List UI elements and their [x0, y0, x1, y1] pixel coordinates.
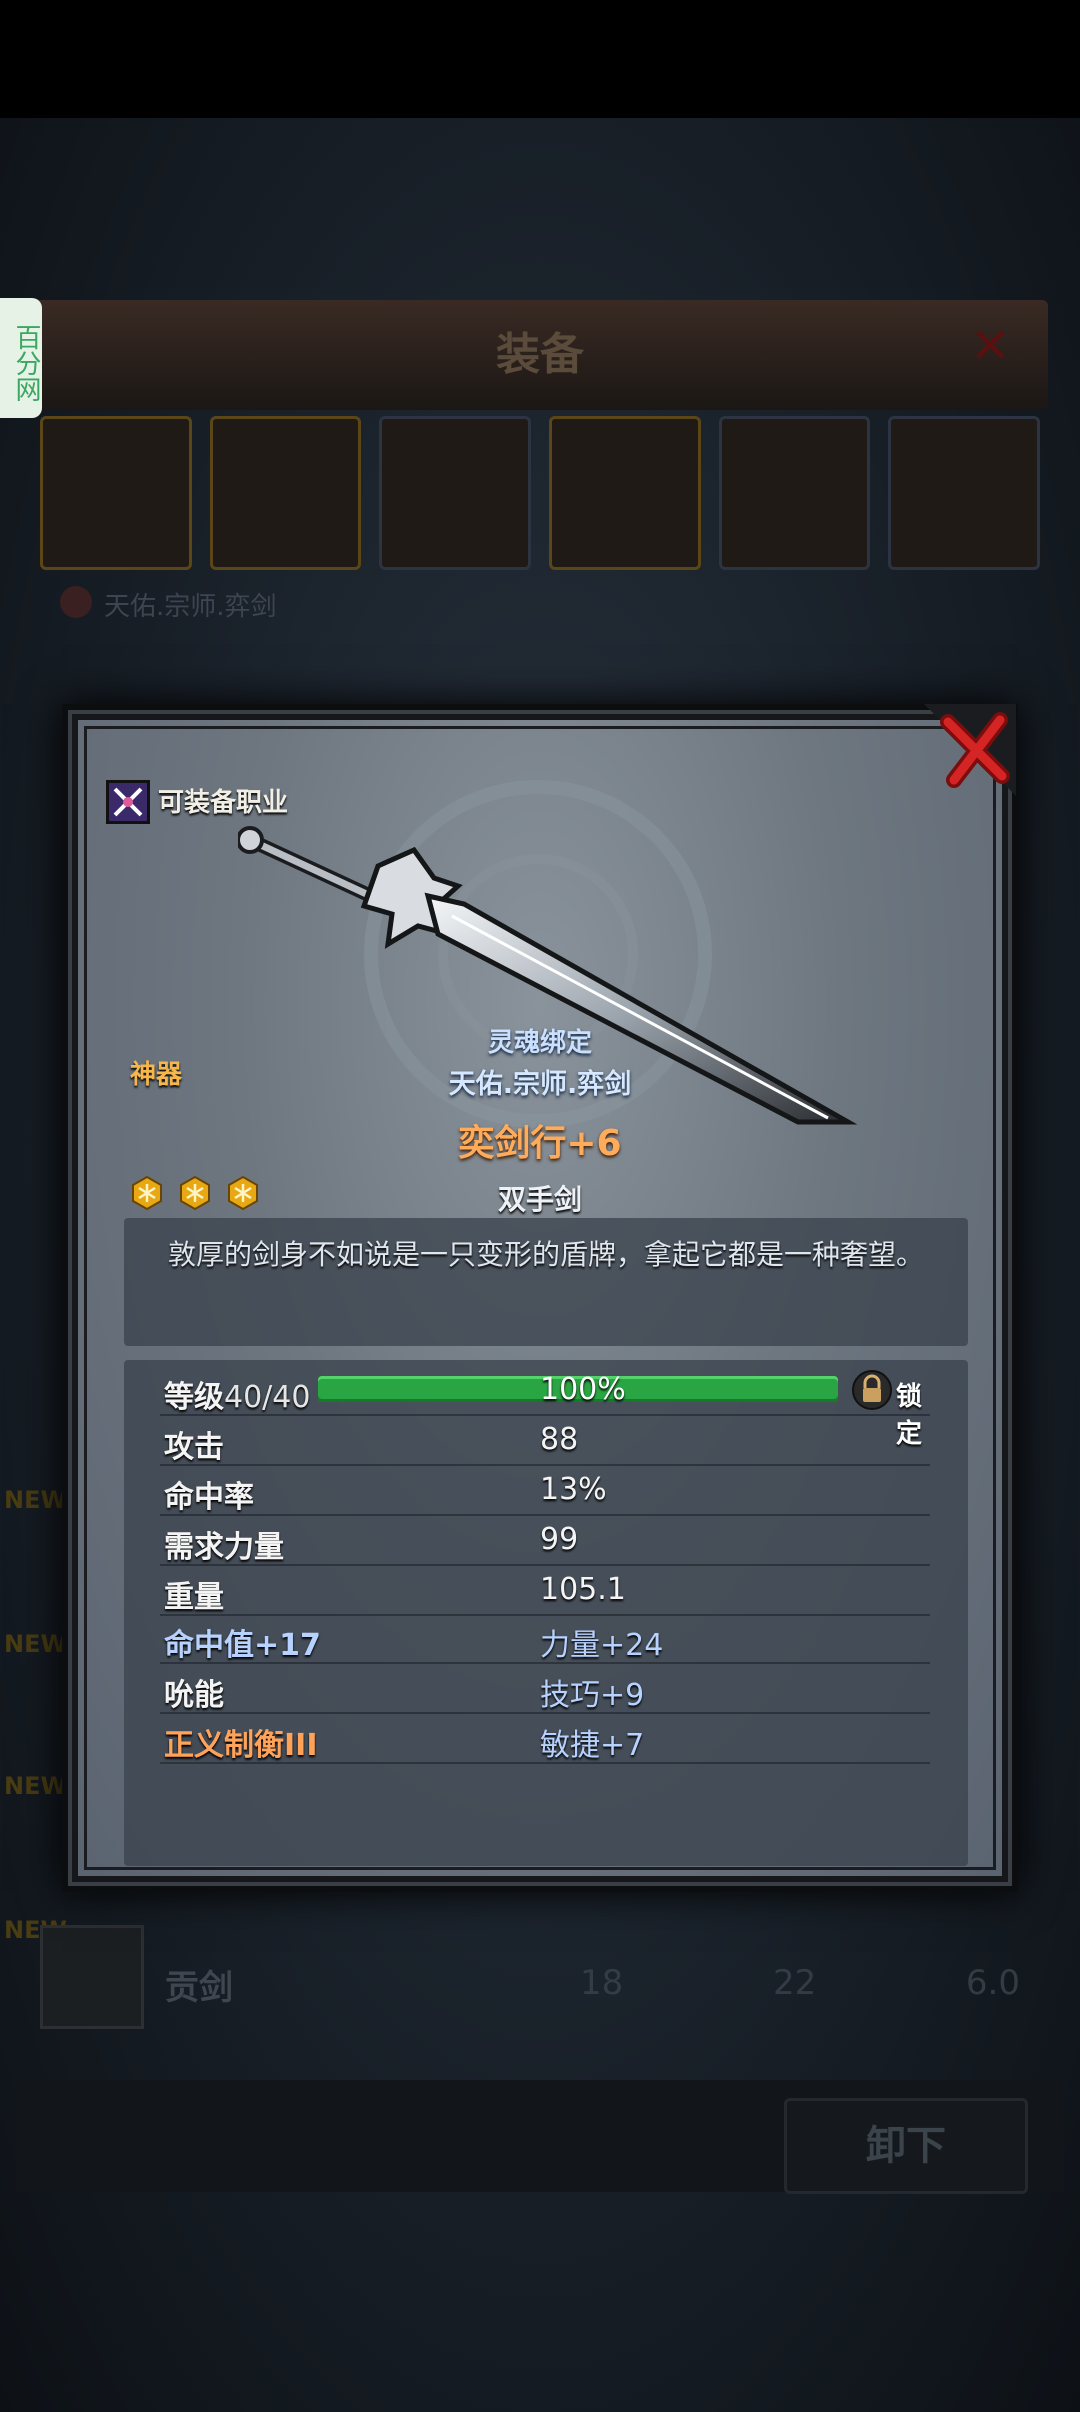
equipment-slot[interactable] [888, 416, 1041, 570]
bonus-row: 吮能 技巧+9 [160, 1664, 930, 1714]
stat-row: 重量 105.1 [160, 1566, 930, 1616]
item-description: 敦厚的剑身不如说是一只变形的盾牌，拿起它都是一种奢望。 [167, 1238, 924, 1271]
level-progress-text: 100% [540, 1372, 626, 1407]
item-list-value: 22 [772, 1963, 817, 2003]
equipment-slot[interactable] [549, 416, 701, 570]
description-panel: 敦厚的剑身不如说是一只变形的盾牌，拿起它都是一种奢望。 [124, 1218, 968, 1346]
watermark-tab: 百分网 [0, 298, 42, 418]
item-list-values: 18 22 6.0 [580, 1963, 1020, 2003]
close-icon[interactable] [924, 704, 1016, 796]
bonus-right: 力量+24 [540, 1628, 664, 1663]
stat-label: 重量 [164, 1580, 224, 1615]
character-avatar-icon [60, 586, 92, 618]
level-text: 等级 [164, 1380, 224, 1415]
equipment-slot[interactable] [718, 416, 871, 570]
stat-row: 命中率 13% [160, 1466, 930, 1516]
item-list-value: 6.0 [965, 1963, 1020, 2003]
equipment-slot[interactable] [209, 416, 362, 570]
item-list-value: 18 [580, 1963, 624, 2003]
level-label: 等级40/40 [164, 1372, 310, 1416]
equipment-slot[interactable] [40, 416, 192, 570]
stat-row: 攻击 88 [160, 1416, 930, 1466]
bonus-right: 技巧+9 [540, 1678, 645, 1713]
bonus-left: 正义制衡III [164, 1728, 318, 1763]
crossed-swords-icon [113, 787, 143, 817]
stats-panel: 等级40/40 100% 锁定 攻击 88 命中率 13% 需求力量 99 重量… [124, 1360, 968, 1866]
bonus-row: 正义制衡III 敏捷+7 [160, 1714, 930, 1764]
bonus-row: 命中值+17 力量+24 [160, 1614, 930, 1664]
level-row: 等级40/40 100% 锁定 [160, 1366, 930, 1449]
equipment-close-icon[interactable]: ✕ [970, 318, 1040, 374]
equipment-title: 装备 [496, 329, 584, 380]
equipment-slots [40, 416, 1041, 570]
stat-value: 13% [540, 1472, 607, 1507]
status-bar-area [0, 0, 1080, 118]
lock-icon[interactable] [852, 1370, 892, 1410]
equippable-class-label: 可装备职业 [158, 788, 289, 818]
stat-row: 需求力量 99 [160, 1516, 930, 1566]
item-list-name[interactable]: 贡剑 [165, 1960, 233, 2009]
stat-label: 需求力量 [164, 1530, 284, 1565]
new-badge: NEW [4, 1772, 67, 1800]
character-name: 天佑.宗师.弈剑 [104, 592, 277, 622]
bonus-left: 命中值+17 [164, 1628, 321, 1663]
item-detail-dialog: 可装备职业 神器 灵魂绑定 天佑.宗师.弈剑 奕剑行+6 双手剑 敦厚的剑身不如… [62, 704, 1018, 1892]
new-badge: NEW [4, 1630, 67, 1658]
new-badge: NEW [4, 1486, 67, 1514]
stat-value: 99 [540, 1522, 579, 1557]
level-value: 40/40 [224, 1380, 311, 1415]
bound-owner-name: 天佑.宗师.弈剑 [448, 1069, 632, 1100]
item-name: 奕剑行+6 [458, 1123, 622, 1164]
item-thumbnail[interactable] [40, 1925, 144, 2029]
equippable-class-icon[interactable] [106, 780, 150, 824]
soulbound-label: 灵魂绑定 [487, 1028, 592, 1058]
stat-label: 命中率 [164, 1480, 254, 1515]
unequip-button[interactable]: 卸下 [784, 2098, 1028, 2194]
equipment-slot[interactable] [379, 416, 532, 570]
stat-value: 105.1 [540, 1572, 626, 1607]
stat-value: 88 [540, 1422, 579, 1457]
weapon-type: 双手剑 [497, 1183, 582, 1216]
bonus-left: 吮能 [164, 1678, 224, 1713]
stat-label: 攻击 [164, 1430, 224, 1465]
bonus-right: 敏捷+7 [540, 1728, 645, 1763]
